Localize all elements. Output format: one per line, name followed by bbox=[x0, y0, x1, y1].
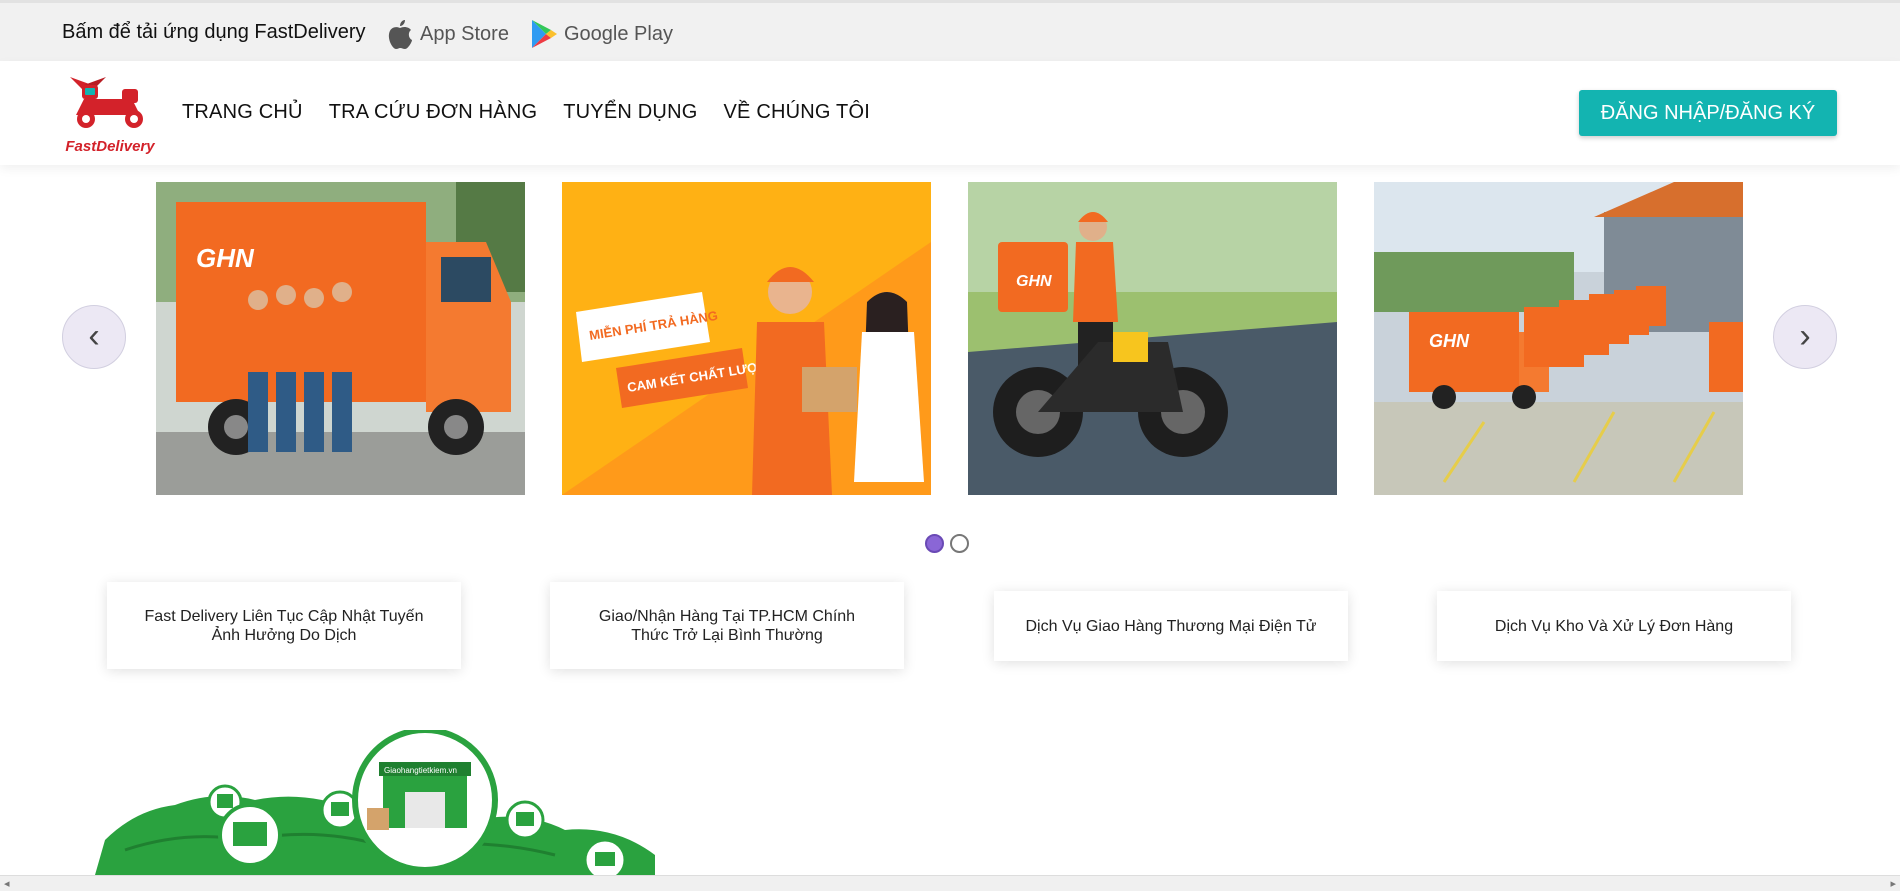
carousel-dot-1[interactable] bbox=[925, 534, 944, 553]
promo-image: MIỄN PHÍ TRẢ HÀNG CAM KẾT CHẤT LƯỢNG bbox=[562, 182, 931, 495]
truck-fleet-image: GHN bbox=[1374, 182, 1743, 495]
truck-logo-text: GHN bbox=[196, 243, 255, 273]
news-card[interactable]: Dịch Vụ Kho Và Xử Lý Đơn Hàng bbox=[1437, 591, 1791, 661]
news-card-title: Dịch Vụ Giao Hàng Thương Mại Điện Tử bbox=[1025, 617, 1317, 635]
scooter-logo-icon bbox=[70, 77, 143, 128]
carousel-prev-button[interactable]: ‹ bbox=[62, 305, 126, 369]
nav-about-us[interactable]: VỀ CHÚNG TÔI bbox=[723, 101, 870, 124]
vietnam-map-graphic: Giaohangtietkiem.vn bbox=[95, 727, 655, 882]
app-store-link[interactable]: App Store bbox=[386, 17, 509, 51]
news-card[interactable]: Giao/Nhận Hàng Tại TP.HCM Chính Thức Trở… bbox=[550, 582, 904, 669]
login-register-button[interactable]: ĐĂNG NHẬP/ĐĂNG KÝ bbox=[1579, 90, 1837, 136]
news-card-title: Fast Delivery Liên Tục Cập Nhật Tuyến Ản… bbox=[144, 607, 424, 644]
google-play-label: Google Play bbox=[564, 22, 673, 45]
nav-careers[interactable]: TUYỂN DỤNG bbox=[563, 101, 697, 124]
horizontal-scrollbar[interactable]: ◂ ▸ bbox=[0, 875, 1900, 891]
scroll-left-arrow-icon[interactable]: ◂ bbox=[4, 877, 10, 890]
carousel-pagination bbox=[925, 534, 969, 553]
warehouse-sign: Giaohangtietkiem.vn bbox=[384, 766, 457, 775]
app-download-bar: Bấm để tải ứng dụng FastDelivery App Sto… bbox=[0, 0, 1900, 61]
site-header: FastDelivery TRANG CHỦ TRA CỨU ĐƠN HÀNG … bbox=[0, 61, 1900, 165]
carousel-dot-2[interactable] bbox=[950, 534, 969, 553]
app-store-label: App Store bbox=[420, 22, 509, 45]
news-card[interactable]: Fast Delivery Liên Tục Cập Nhật Tuyến Ản… bbox=[107, 582, 461, 669]
main-nav: TRANG CHỦ TRA CỨU ĐƠN HÀNG TUYỂN DỤNG VỀ… bbox=[182, 101, 870, 124]
fleet-truck-logo: GHN bbox=[1429, 331, 1470, 351]
hero-carousel: GHN MIỄN PHÍ TRẢ HÀNG CAM KẾT CHẤT LƯỢNG… bbox=[0, 182, 1900, 495]
truck-team-image: GHN bbox=[156, 182, 525, 495]
news-card-title: Giao/Nhận Hàng Tại TP.HCM Chính Thức Trở… bbox=[598, 607, 856, 644]
scroll-right-arrow-icon[interactable]: ▸ bbox=[1890, 877, 1896, 890]
carousel-slide-promo[interactable]: MIỄN PHÍ TRẢ HÀNG CAM KẾT CHẤT LƯỢNG bbox=[562, 182, 931, 495]
nav-home[interactable]: TRANG CHỦ bbox=[182, 101, 303, 124]
app-download-text: Bấm để tải ứng dụng FastDelivery bbox=[62, 21, 366, 43]
nav-track-order[interactable]: TRA CỨU ĐƠN HÀNG bbox=[329, 101, 538, 124]
fastdelivery-logo[interactable]: FastDelivery bbox=[62, 71, 158, 155]
motorbike-image: GHN bbox=[968, 182, 1337, 495]
logo-text: FastDelivery bbox=[65, 138, 155, 155]
google-play-icon bbox=[532, 20, 557, 48]
box-logo-text: GHN bbox=[1016, 273, 1052, 290]
carousel-slide-truck-team[interactable]: GHN bbox=[156, 182, 525, 495]
carousel-slide-fleet[interactable]: GHN bbox=[1374, 182, 1743, 495]
carousel-slide-motorbike[interactable]: GHN bbox=[968, 182, 1337, 495]
news-card-title: Dịch Vụ Kho Và Xử Lý Đơn Hàng bbox=[1494, 617, 1734, 635]
coverage-map-illustration: Giaohangtietkiem.vn bbox=[95, 727, 715, 882]
apple-icon bbox=[388, 20, 412, 49]
google-play-link[interactable]: Google Play bbox=[530, 17, 673, 51]
carousel-next-button[interactable]: › bbox=[1773, 305, 1837, 369]
news-card[interactable]: Dịch Vụ Giao Hàng Thương Mại Điện Tử bbox=[994, 591, 1348, 661]
